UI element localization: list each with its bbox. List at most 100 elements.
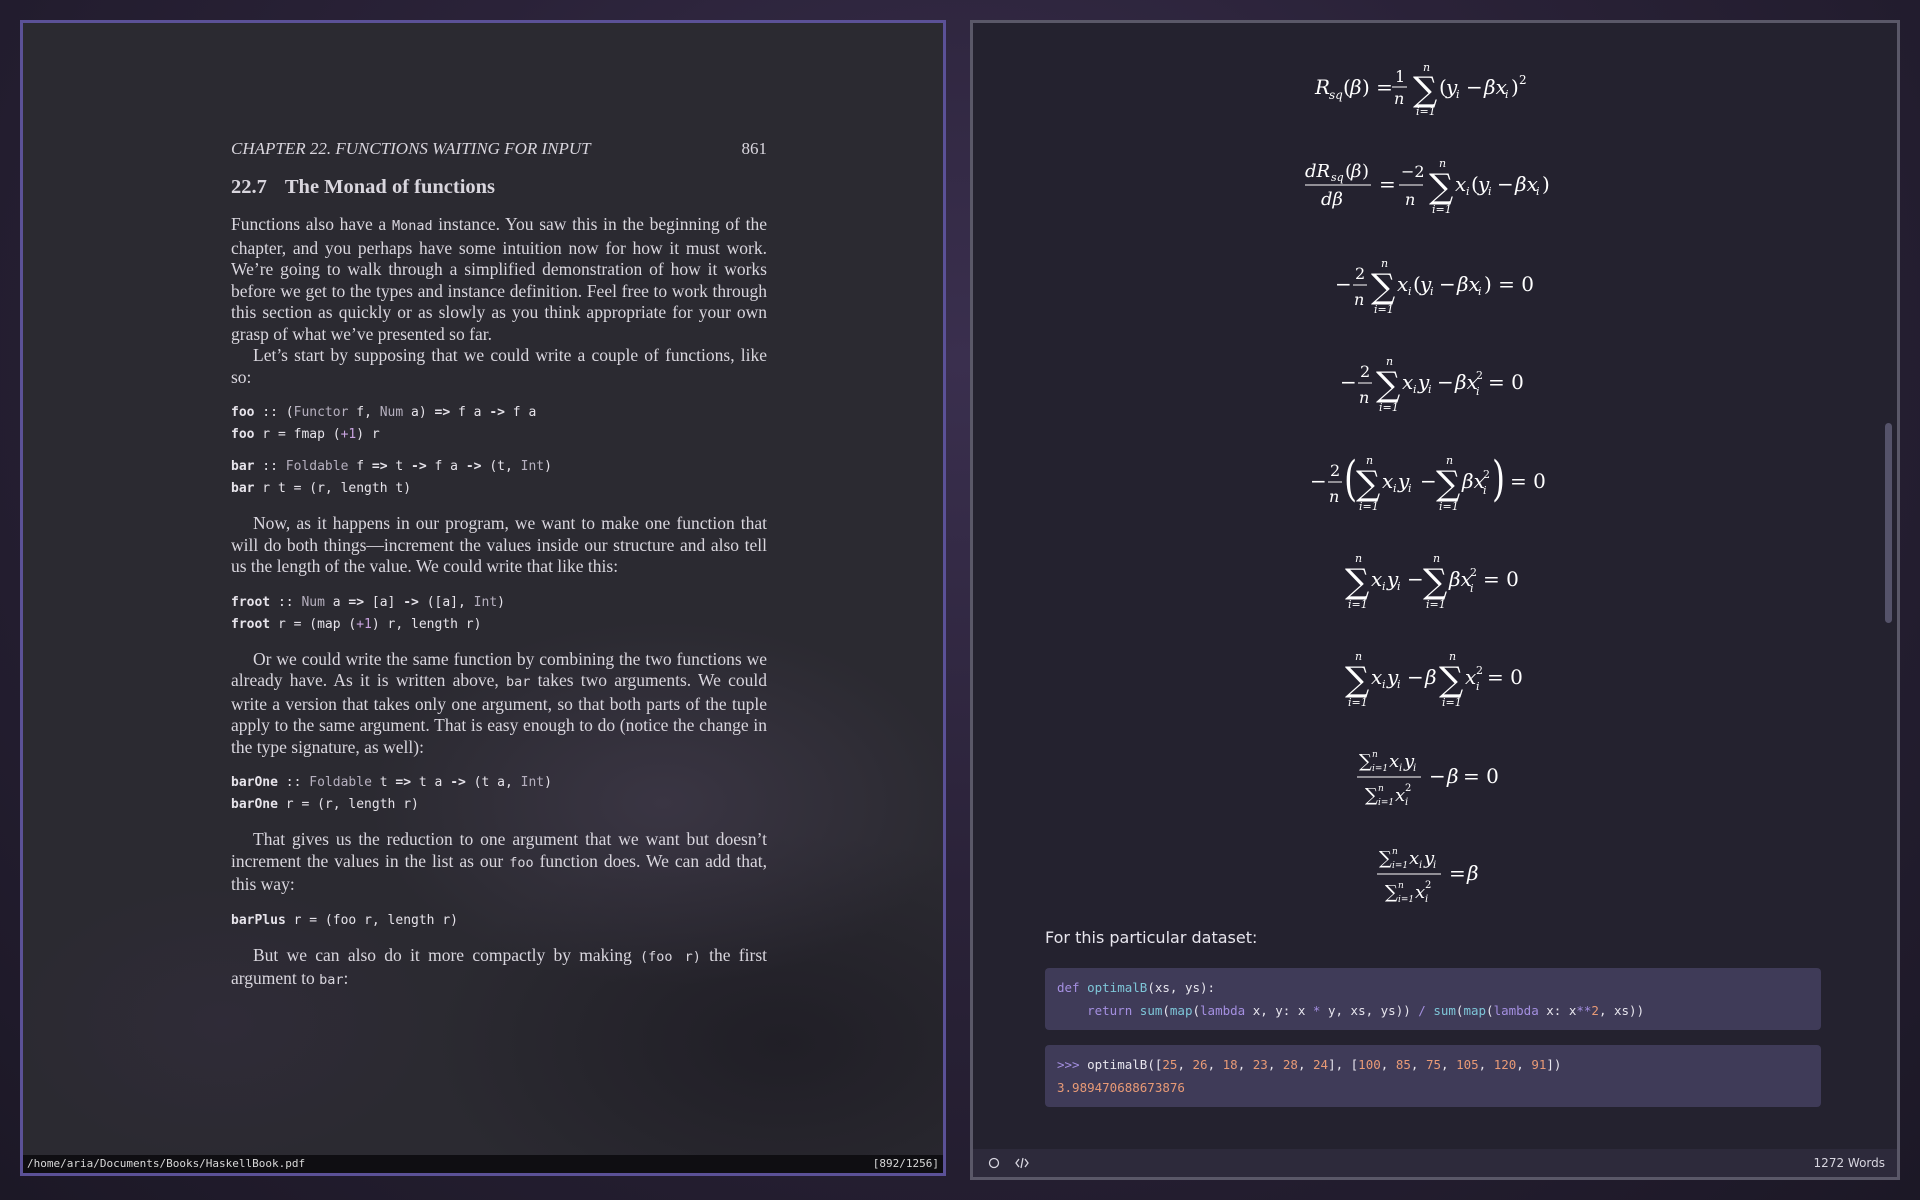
svg-text:2: 2 — [1405, 783, 1411, 794]
svg-text:∑: ∑ — [1359, 751, 1372, 772]
editor-scrollbar[interactable] — [1885, 423, 1892, 623]
svg-text:2: 2 — [1476, 664, 1483, 677]
svg-text:∑: ∑ — [1413, 70, 1437, 110]
code-line: barOne r = (r, length r) — [231, 797, 419, 812]
svg-text:): ) — [1492, 451, 1505, 507]
svg-text:i: i — [1433, 860, 1436, 871]
svg-text:i: i — [1536, 185, 1540, 198]
code-line: barOne :: Foldable t => t a -> (t a, Int… — [231, 775, 552, 790]
svg-text:i: i — [1382, 580, 1386, 593]
svg-text:βx: βx — [1514, 172, 1538, 196]
svg-text:2: 2 — [1519, 73, 1527, 87]
svg-text:n: n — [1355, 650, 1362, 663]
svg-text:∑: ∑ — [1365, 785, 1378, 806]
svg-text:i=1: i=1 — [1378, 798, 1394, 808]
svg-text:i=1: i=1 — [1374, 303, 1394, 316]
equation-7: ∑ n i=1 xi yi − β ∑ n i=1 x2i = 0 — [973, 646, 1897, 717]
svg-text:i=1: i=1 — [1348, 696, 1368, 709]
svg-text:n: n — [1378, 784, 1384, 794]
code-block-repl[interactable]: >>> optimalB([25, 26, 18, 23, 28, 24], [… — [1045, 1045, 1821, 1107]
svg-text:i: i — [1483, 484, 1487, 497]
editor-window[interactable]: R sq (β) = 1 n ∑ n i=1 (y i − βx i) 2 dR sq(β… — [970, 20, 1900, 1180]
svg-text:−2: −2 — [1401, 162, 1425, 181]
svg-text:i: i — [1505, 88, 1509, 101]
svg-text:n: n — [1405, 190, 1415, 209]
pdf-page: CHAPTER 22. FUNCTIONS WAITING FOR INPUT … — [231, 138, 767, 992]
svg-text:i: i — [1476, 680, 1480, 693]
svg-text:i=1: i=1 — [1398, 895, 1414, 905]
svg-text:i=1: i=1 — [1426, 598, 1446, 611]
svg-text:−: − — [1407, 567, 1424, 591]
svg-text:n: n — [1354, 290, 1364, 309]
svg-text:i=1: i=1 — [1348, 598, 1368, 611]
svg-text:i: i — [1476, 385, 1480, 398]
svg-text:∑: ∑ — [1345, 660, 1369, 700]
svg-text:x: x — [1382, 469, 1393, 493]
svg-text:−: − — [1420, 469, 1437, 493]
svg-text:i: i — [1456, 88, 1460, 101]
svg-text:2: 2 — [1360, 362, 1370, 381]
code-block-barplus: barPlus r = (foo r, length r) — [231, 910, 767, 932]
code-line: froot r = (map (+1) r, length r) — [231, 616, 482, 632]
code-block-barone: barOne :: Foldable t => t a -> (t a, Int… — [231, 772, 767, 816]
svg-text:i: i — [1408, 482, 1412, 495]
svg-text:): ) — [1542, 172, 1550, 196]
paragraph-3: Now, as it happens in our program, we wa… — [231, 513, 767, 576]
repl-output: 3.989470688673876 — [1057, 1080, 1185, 1095]
svg-text:x: x — [1415, 882, 1425, 903]
code-block-def[interactable]: def optimalB(xs, ys): return sum(map(lam… — [1045, 968, 1821, 1030]
svg-text:i: i — [1425, 894, 1428, 905]
svg-text:x: x — [1389, 751, 1399, 772]
equation-1: R sq (β) = 1 n ∑ n i=1 (y i − βx i) 2 — [973, 58, 1897, 123]
svg-text:) =: ) = — [1362, 75, 1393, 99]
svg-text:βx: βx — [1454, 370, 1478, 394]
svg-text:i: i — [1470, 582, 1474, 595]
equation-5: − 2 n ( ∑ n i=1 xi yi − ∑ n i=1 βx 2 i ) =… — [973, 448, 1897, 523]
svg-text:n: n — [1366, 454, 1373, 467]
code-line: foo r = fmap (+1) r — [231, 427, 380, 442]
circle-icon[interactable] — [985, 1154, 1003, 1172]
svg-text:i=1: i=1 — [1439, 500, 1459, 513]
svg-text:i=1: i=1 — [1416, 105, 1436, 118]
svg-text:i: i — [1478, 285, 1482, 298]
svg-text:i: i — [1419, 860, 1422, 871]
svg-text:∑: ∑ — [1439, 660, 1463, 700]
svg-text:β: β — [1424, 665, 1437, 689]
svg-text:i: i — [1488, 185, 1492, 198]
page-position: [892/1256] — [872, 1157, 939, 1170]
section-number: 22.7 — [231, 175, 267, 198]
code-icon[interactable] — [1013, 1154, 1031, 1172]
svg-text:x: x — [1409, 848, 1419, 869]
svg-text:= 0: = 0 — [1510, 469, 1546, 493]
page-number: 861 — [741, 139, 768, 158]
pdf-status-bar: /home/aria/Documents/Books/HaskellBook.p… — [23, 1155, 943, 1173]
svg-text:2: 2 — [1470, 566, 1477, 579]
svg-text:i: i — [1397, 580, 1401, 593]
svg-text:2: 2 — [1483, 468, 1490, 481]
svg-text:): ) — [1511, 75, 1519, 99]
svg-text:n: n — [1359, 388, 1369, 407]
svg-text:= 0: = 0 — [1488, 370, 1524, 394]
paragraph-2: Let’s start by supposing that we could w… — [231, 345, 767, 387]
svg-text:n: n — [1439, 157, 1446, 170]
svg-text:β: β — [1349, 75, 1362, 99]
svg-text:dβ: dβ — [1321, 189, 1343, 210]
svg-text:βx: βx — [1461, 469, 1485, 493]
svg-text:): ) — [1362, 161, 1369, 182]
paragraph-1: Functions also have a Monad instance. Yo… — [231, 214, 767, 345]
editor-status-bar: 1272 Words — [973, 1149, 1897, 1177]
svg-text:n: n — [1372, 750, 1378, 760]
svg-text:−: − — [1437, 370, 1454, 394]
svg-text:βx: βx — [1448, 567, 1472, 591]
svg-text:∑: ∑ — [1379, 848, 1392, 869]
svg-text:) = 0: ) = 0 — [1484, 272, 1534, 296]
svg-text:dR: dR — [1305, 161, 1330, 182]
pdf-viewer-window[interactable]: CHAPTER 22. FUNCTIONS WAITING FOR INPUT … — [20, 20, 946, 1176]
svg-text:i=1: i=1 — [1442, 696, 1462, 709]
svg-text:= 0: = 0 — [1463, 764, 1499, 788]
svg-text:−: − — [1335, 272, 1352, 296]
svg-text:−: − — [1497, 172, 1514, 196]
svg-text:∑: ∑ — [1423, 562, 1447, 602]
svg-text:sq: sq — [1329, 88, 1343, 102]
text-run: But we can also do it more compactly by … — [253, 944, 641, 965]
